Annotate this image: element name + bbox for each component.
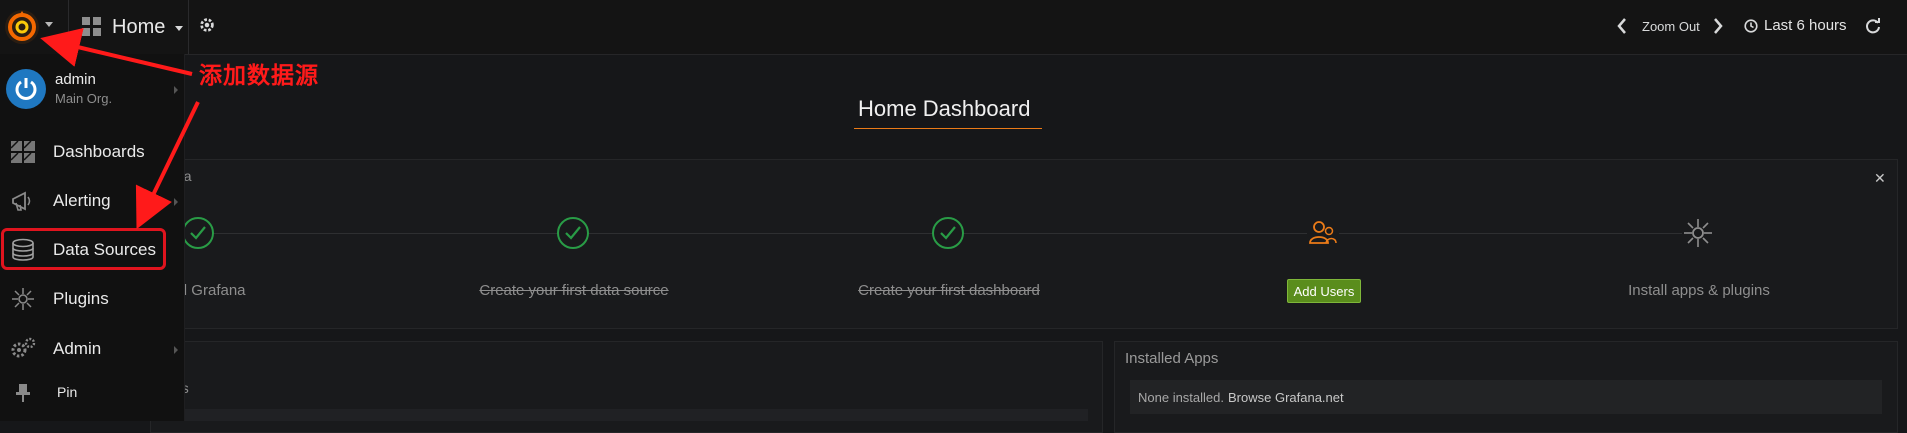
arrow-to-data-sources	[135, 101, 200, 230]
arrow-to-logo	[40, 27, 193, 76]
annotation-arrows	[40, 27, 200, 230]
